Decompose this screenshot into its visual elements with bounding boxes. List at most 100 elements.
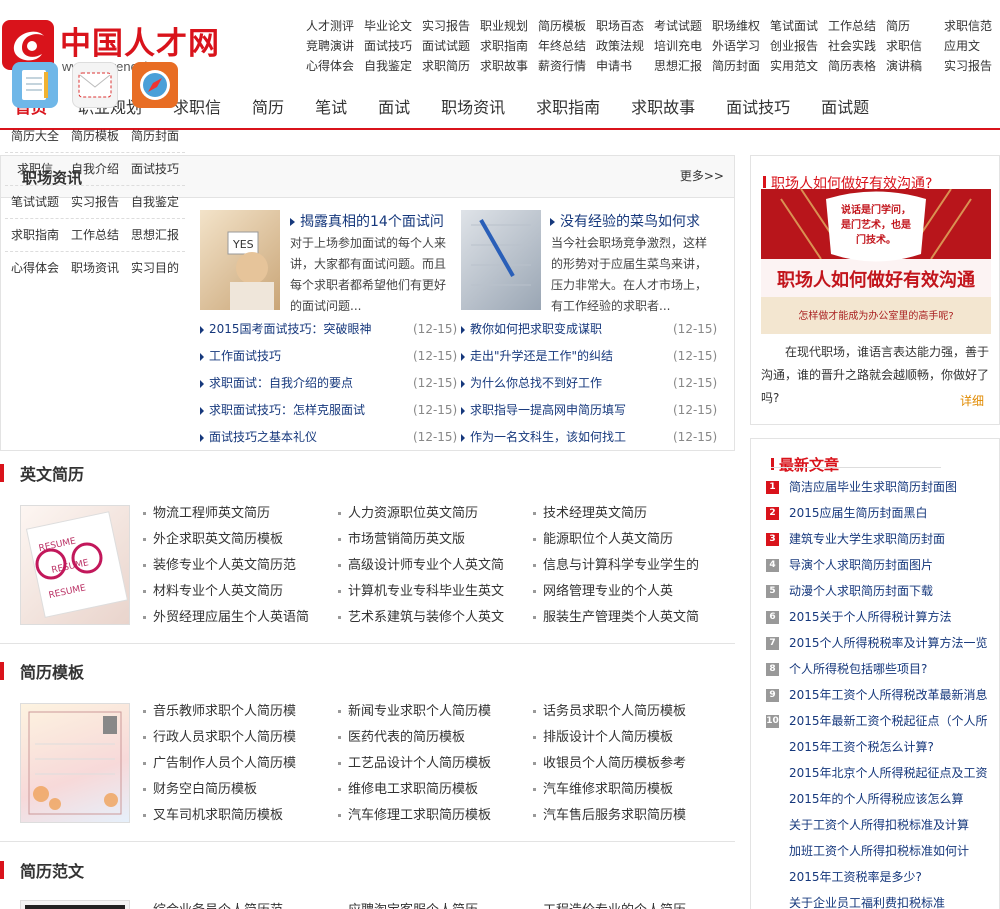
category-link[interactable]: 实习报告	[65, 193, 125, 210]
top-link[interactable]: 毕业论文	[364, 16, 422, 36]
news-thumbnail[interactable]	[461, 210, 541, 310]
ad-banner[interactable]: 说话是门学问，是门艺术，也是门技术。 职场人如何做好有效沟通 怎样做才能成为办公…	[761, 189, 991, 334]
section-item[interactable]: 音乐教师求职个人简历模	[143, 700, 318, 719]
top-link[interactable]: 简历模板	[538, 16, 596, 36]
news-item[interactable]: 求职指导一提高网申简历填写 (12-15)	[461, 400, 717, 420]
section-thumbnail[interactable]	[20, 703, 130, 823]
top-link[interactable]: 实用范文	[770, 56, 828, 76]
section-title[interactable]: 简历模板	[20, 659, 84, 683]
top-link[interactable]: 实习报告	[422, 16, 480, 36]
category-link[interactable]: 简历封面	[125, 127, 185, 144]
top-link[interactable]: 演讲稿	[886, 56, 944, 76]
category-link[interactable]: 求职信	[5, 160, 65, 177]
section-title[interactable]: 简历范文	[20, 858, 84, 882]
latest-item[interactable]: 2 2015应届生简历封面黑白	[766, 503, 1000, 523]
top-link[interactable]: 外语学习	[712, 36, 770, 56]
top-link[interactable]: 社会实践	[828, 36, 886, 56]
section-item[interactable]: 收银员个人简历模板参考	[533, 752, 708, 771]
latest-item[interactable]: 7 2015个人所得税税率及计算方法一览	[766, 633, 1000, 653]
top-link[interactable]: 求职故事	[480, 56, 538, 76]
news-item[interactable]: 求职面试技巧：怎样克服面试 (12-15)	[200, 400, 457, 420]
top-link[interactable]: 简历表格	[828, 56, 886, 76]
section-item[interactable]: 信息与计算科学专业学生的	[533, 554, 708, 573]
top-link[interactable]: 求职指南	[480, 36, 538, 56]
section-item[interactable]: 网络管理专业的个人英	[533, 580, 708, 599]
nav-item[interactable]: 求职故事	[631, 88, 695, 128]
top-link[interactable]: 面试试题	[422, 36, 480, 56]
section-item[interactable]: 技术经理英文简历	[533, 502, 708, 521]
latest-item[interactable]: 10 2015年最新工资个税起征点（个人所	[766, 711, 1000, 731]
latest-item[interactable]: 关于企业员工福利费扣税标准	[766, 893, 1000, 909]
section-item[interactable]: 汽车修理工求职简历模板	[338, 804, 513, 823]
ad-more-link[interactable]: 详细	[960, 392, 984, 409]
section-item[interactable]: 工艺品设计个人简历模板	[338, 752, 513, 771]
nav-item[interactable]: 面试题	[821, 88, 869, 128]
news-item[interactable]: 教你如何把求职变成谋职 (12-15)	[461, 319, 717, 339]
category-link[interactable]: 自我介绍	[65, 160, 125, 177]
compass-icon[interactable]	[132, 62, 178, 108]
category-link[interactable]: 笔试试题	[5, 193, 65, 210]
news-item[interactable]: 为什么你总找不到好工作 (12-15)	[461, 373, 717, 393]
top-link[interactable]: 竞聘演讲	[306, 36, 364, 56]
top-link[interactable]: 职场百态	[596, 16, 654, 36]
section-item[interactable]: 维修电工求职简历模板	[338, 778, 513, 797]
featured-title[interactable]: 没有经验的菜鸟如何求	[550, 211, 700, 231]
section-item[interactable]: 综合业务员个人简历范	[143, 899, 318, 909]
section-item[interactable]: 话务员求职个人简历模板	[533, 700, 708, 719]
category-link[interactable]: 心得体会	[5, 259, 65, 276]
top-link[interactable]: 简历封面	[712, 56, 770, 76]
section-item[interactable]: 市场营销简历英文版	[338, 528, 513, 547]
section-item[interactable]: 叉车司机求职简历模板	[143, 804, 318, 823]
news-item[interactable]: 工作面试技巧 (12-15)	[200, 346, 457, 366]
news-item[interactable]: 2015国考面试技巧：突破眼神 (12-15)	[200, 319, 457, 339]
news-more-link[interactable]: 更多>>	[680, 167, 724, 184]
nav-item[interactable]: 求职信	[173, 88, 221, 128]
section-item[interactable]: 艺术系建筑与装修个人英文	[338, 606, 513, 625]
top-link[interactable]: 人才测评	[306, 16, 364, 36]
nav-item[interactable]: 职场资讯	[441, 88, 505, 128]
section-item[interactable]: 人力资源职位英文简历	[338, 502, 513, 521]
top-link[interactable]: 面试技巧	[364, 36, 422, 56]
top-link[interactable]: 职业规划	[480, 16, 538, 36]
latest-item[interactable]: 关于工资个人所得扣税标准及计算	[766, 815, 1000, 835]
top-link[interactable]: 年终总结	[538, 36, 596, 56]
latest-item[interactable]: 4 导演个人求职简历封面图片	[766, 555, 1000, 575]
section-item[interactable]: 材料专业个人英文简历	[143, 580, 318, 599]
section-item[interactable]: 医药代表的简历模板	[338, 726, 513, 745]
top-link[interactable]: 创业报告	[770, 36, 828, 56]
latest-item[interactable]: 9 2015年工资个人所得税改革最新消息	[766, 685, 1000, 705]
top-link[interactable]: 申请书	[596, 56, 654, 76]
nav-item[interactable]: 笔试	[315, 88, 347, 128]
nav-item[interactable]: 面试技巧	[726, 88, 790, 128]
section-item[interactable]: 服装生产管理类个人英文简	[533, 606, 708, 625]
latest-item[interactable]: 1 简洁应届毕业生求职简历封面图	[766, 477, 1000, 497]
latest-item[interactable]: 2015年工资税率是多少?	[766, 867, 1000, 887]
featured-title[interactable]: 揭露真相的14个面试问	[290, 211, 444, 231]
nav-item[interactable]: 求职指南	[536, 88, 600, 128]
category-link[interactable]: 职场资讯	[65, 259, 125, 276]
section-item[interactable]: 行政人员求职个人简历模	[143, 726, 318, 745]
news-item[interactable]: 面试技巧之基本礼仪 (12-15)	[200, 427, 457, 447]
latest-item[interactable]: 2015年工资个税怎么计算?	[766, 737, 1000, 757]
top-link[interactable]: 职场维权	[712, 16, 770, 36]
top-link[interactable]: 培训充电	[654, 36, 712, 56]
top-link[interactable]: 应用文	[944, 36, 994, 56]
top-link[interactable]: 政策法规	[596, 36, 654, 56]
category-link[interactable]: 自我鉴定	[125, 193, 185, 210]
section-thumbnail[interactable]	[20, 900, 130, 909]
nav-item[interactable]: 简历	[252, 88, 284, 128]
top-link[interactable]: 考试试题	[654, 16, 712, 36]
news-thumbnail[interactable]: YES	[200, 210, 280, 310]
top-link[interactable]: 求职简历	[422, 56, 480, 76]
category-link[interactable]: 实习目的	[125, 259, 185, 276]
top-link[interactable]: 心得体会	[306, 56, 364, 76]
section-item[interactable]: 能源职位个人英文简历	[533, 528, 708, 547]
top-link[interactable]: 思想汇报	[654, 56, 712, 76]
category-link[interactable]: 面试技巧	[125, 160, 185, 177]
section-item[interactable]: 高级设计师专业个人英文简	[338, 554, 513, 573]
latest-item[interactable]: 5 动漫个人求职简历封面下载	[766, 581, 1000, 601]
top-link[interactable]: 自我鉴定	[364, 56, 422, 76]
latest-item[interactable]: 2015年的个人所得税应该怎么算	[766, 789, 1000, 809]
section-item[interactable]: 广告制作人员个人简历模	[143, 752, 318, 771]
latest-item[interactable]: 6 2015关于个人所得税计算方法	[766, 607, 1000, 627]
